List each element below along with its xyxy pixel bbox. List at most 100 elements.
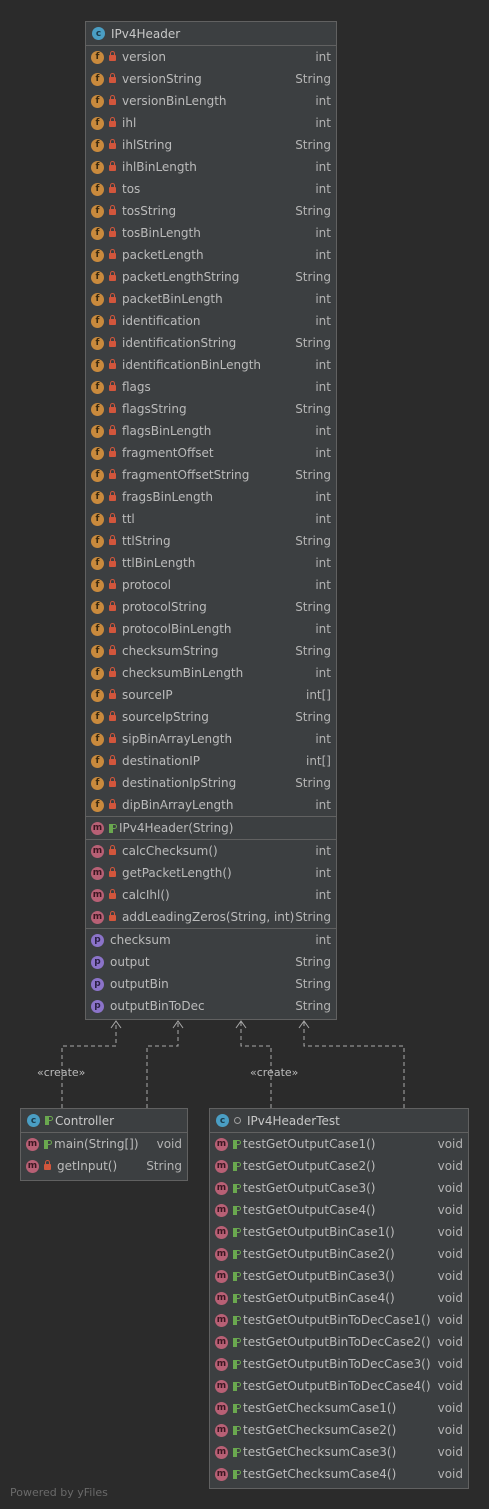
field-row[interactable]: f destinationIP int[] <box>86 750 336 772</box>
field-row[interactable]: f version int <box>86 46 336 68</box>
property-row[interactable]: p output String <box>86 951 336 973</box>
method-row[interactable]: m main(String[]) void <box>21 1133 187 1155</box>
field-row[interactable]: f packetBinLength int <box>86 288 336 310</box>
field-row[interactable]: f ihl int <box>86 112 336 134</box>
field-row[interactable]: f checksumBinLength int <box>86 662 336 684</box>
field-row[interactable]: f tosString String <box>86 200 336 222</box>
field-name: versionBinLength <box>122 94 227 108</box>
class-node-ipv4header[interactable]: c IPv4Header f version int f versionString St… <box>85 21 337 1020</box>
method-row[interactable]: m testGetOutputBinToDecCase1() void <box>210 1309 468 1331</box>
field-row[interactable]: f versionBinLength int <box>86 90 336 112</box>
field-row[interactable]: f sourceIpString String <box>86 706 336 728</box>
method-row[interactable]: m testGetOutputCase3() void <box>210 1177 468 1199</box>
field-row[interactable]: f versionString String <box>86 68 336 90</box>
method-row[interactable]: m testGetOutputBinCase4() void <box>210 1287 468 1309</box>
public-icon <box>233 1161 241 1171</box>
field-row[interactable]: f sipBinArrayLength int <box>86 728 336 750</box>
field-row[interactable]: f tosBinLength int <box>86 222 336 244</box>
field-row[interactable]: f flagsBinLength int <box>86 420 336 442</box>
lock-icon <box>109 491 116 501</box>
method-row[interactable]: m testGetOutputBinCase2() void <box>210 1243 468 1265</box>
field-row[interactable]: f sourceIP int[] <box>86 684 336 706</box>
method-row[interactable]: m addLeadingZeros(String, int) String <box>86 906 336 928</box>
method-name: addLeadingZeros(String, int) <box>122 910 295 924</box>
method-row[interactable]: m testGetOutputCase2() void <box>210 1155 468 1177</box>
method-row[interactable]: m testGetOutputBinToDecCase2() void <box>210 1331 468 1353</box>
field-row[interactable]: f fragmentOffset int <box>86 442 336 464</box>
field-icon: f <box>91 270 104 284</box>
field-row[interactable]: f flags int <box>86 376 336 398</box>
method-row[interactable]: m IPv4Header(String) <box>86 817 336 839</box>
method-row[interactable]: m testGetOutputCase1() void <box>210 1133 468 1155</box>
field-row[interactable]: f ttlBinLength int <box>86 552 336 574</box>
method-icon: m <box>215 1467 228 1481</box>
method-row[interactable]: m testGetOutputBinCase3() void <box>210 1265 468 1287</box>
property-row[interactable]: p checksum int <box>86 929 336 951</box>
method-type: void <box>437 1313 463 1327</box>
field-row[interactable]: f protocolBinLength int <box>86 618 336 640</box>
field-icon: f <box>91 688 104 702</box>
property-row[interactable]: p outputBinToDec String <box>86 995 336 1017</box>
method-row[interactable]: m calcChecksum() int <box>86 840 336 862</box>
method-name: getPacketLength() <box>122 866 232 880</box>
method-row[interactable]: m testGetChecksumCase3() void <box>210 1441 468 1463</box>
field-type: int <box>315 424 331 438</box>
method-row[interactable]: m testGetOutputCase4() void <box>210 1199 468 1221</box>
field-row[interactable]: f dipBinArrayLength int <box>86 794 336 816</box>
field-name: ttl <box>122 512 135 526</box>
field-row[interactable]: f fragmentOffsetString String <box>86 464 336 486</box>
method-row[interactable]: m calcIhl() int <box>86 884 336 906</box>
method-row[interactable]: m testGetChecksumCase4() void <box>210 1463 468 1485</box>
class-header[interactable]: c IPv4HeaderTest <box>210 1109 468 1133</box>
field-row[interactable]: f ttlString String <box>86 530 336 552</box>
method-type: void <box>437 1225 463 1239</box>
class-header[interactable]: c IPv4Header <box>86 22 336 46</box>
field-row[interactable]: f packetLength int <box>86 244 336 266</box>
method-icon: m <box>215 1225 228 1239</box>
method-icon: m <box>91 821 104 835</box>
field-row[interactable]: f ihlString String <box>86 134 336 156</box>
method-row[interactable]: m getInput() String <box>21 1155 187 1177</box>
field-name: ttlBinLength <box>122 556 196 570</box>
method-row[interactable]: m getPacketLength() int <box>86 862 336 884</box>
method-name: testGetOutputCase1() <box>243 1137 376 1151</box>
field-type: int <box>315 50 331 64</box>
method-row[interactable]: m testGetOutputBinToDecCase3() void <box>210 1353 468 1375</box>
field-name: flagsString <box>122 402 187 416</box>
field-icon: f <box>91 402 104 416</box>
field-row[interactable]: f destinationIpString String <box>86 772 336 794</box>
edge-test-depends <box>303 1022 405 1108</box>
method-row[interactable]: m testGetChecksumCase1() void <box>210 1397 468 1419</box>
class-node-controller[interactable]: c Controller m main(String[]) void m getInpu… <box>20 1108 188 1181</box>
method-icon: m <box>215 1313 228 1327</box>
field-row[interactable]: f ihlBinLength int <box>86 156 336 178</box>
field-row[interactable]: f ttl int <box>86 508 336 530</box>
field-row[interactable]: f identification int <box>86 310 336 332</box>
lock-icon <box>109 337 116 347</box>
methods-section: m main(String[]) void m getInput() String <box>21 1133 187 1177</box>
field-type: int <box>315 94 331 108</box>
property-type: String <box>295 999 331 1013</box>
class-header[interactable]: c Controller <box>21 1109 187 1133</box>
field-row[interactable]: f fragsBinLength int <box>86 486 336 508</box>
field-type: int <box>315 556 331 570</box>
field-row[interactable]: f tos int <box>86 178 336 200</box>
method-type: int <box>315 888 331 902</box>
field-name: fragsBinLength <box>122 490 213 504</box>
method-row[interactable]: m testGetChecksumCase2() void <box>210 1419 468 1441</box>
field-row[interactable]: f protocol int <box>86 574 336 596</box>
method-row[interactable]: m testGetOutputBinCase1() void <box>210 1221 468 1243</box>
field-row[interactable]: f checksumString String <box>86 640 336 662</box>
method-row[interactable]: m testGetOutputBinToDecCase4() void <box>210 1375 468 1397</box>
lock-icon <box>109 293 116 303</box>
field-row[interactable]: f protocolString String <box>86 596 336 618</box>
property-row[interactable]: p outputBin String <box>86 973 336 995</box>
field-row[interactable]: f flagsString String <box>86 398 336 420</box>
field-row[interactable]: f identificationString String <box>86 332 336 354</box>
field-row[interactable]: f packetLengthString String <box>86 266 336 288</box>
field-type: int <box>315 226 331 240</box>
field-row[interactable]: f identificationBinLength int <box>86 354 336 376</box>
class-node-ipv4headertest[interactable]: c IPv4HeaderTest m testGetOutputCase1() vo… <box>209 1108 469 1489</box>
lock-icon <box>109 447 116 457</box>
lock-icon <box>44 1160 51 1170</box>
